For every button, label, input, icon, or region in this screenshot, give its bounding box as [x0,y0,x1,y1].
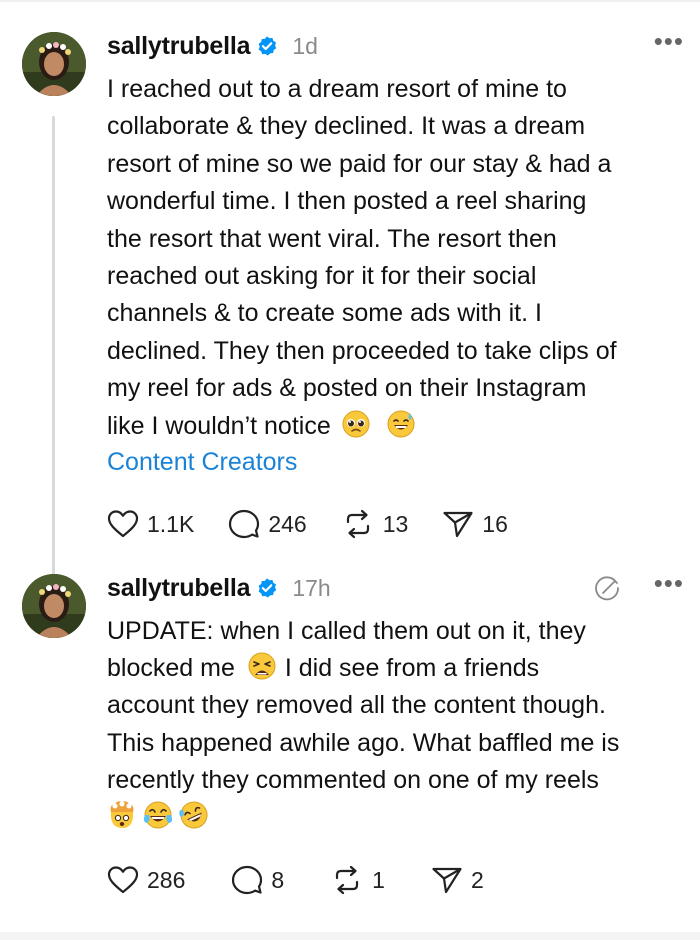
top-divider [0,0,700,2]
like-button[interactable]: 286 [107,865,185,895]
repost-icon [336,865,359,895]
post-text-content: I reached out to a dream resort of mine … [107,75,617,440]
username[interactable]: sallytrubella [107,32,251,61]
share-button[interactable]: 16 [442,509,508,539]
avatar[interactable] [22,574,86,638]
rofl-emoji-icon [179,801,208,829]
share-button[interactable]: 2 [431,865,484,895]
post-timestamp: 17h [292,574,331,601]
share-count: 2 [470,866,484,893]
post-text: I reached out to a dream resort of mine … [107,71,687,445]
share-count: 16 [482,510,508,537]
reply-count: 246 [268,510,307,537]
post-actions: 1.1K 246 13 16 [107,508,542,540]
more-options-icon[interactable]: ••• [654,570,684,596]
reply-button[interactable]: 246 [228,508,307,540]
reply-count: 8 [271,866,285,893]
post-text: UPDATE: when I called them out on it, th… [107,613,687,836]
tears-of-joy-emoji-icon [143,801,173,829]
heart-icon [107,510,139,538]
like-count: 286 [147,866,186,893]
post-timestamp: 1d [292,32,318,59]
send-icon [432,867,462,894]
post-header: sallytrubella 17h ••• [107,570,684,604]
like-button[interactable]: 1.1K [107,509,194,539]
pleading-face-emoji-icon [342,410,370,438]
reply-button[interactable]: 8 [231,864,284,896]
verified-badge-icon [258,578,277,598]
sweat-smile-emoji-icon [387,410,415,438]
bottom-band [0,932,700,940]
verified-badge-icon [258,36,277,56]
post-actions: 286 8 1 2 [107,864,518,896]
more-options-icon[interactable]: ••• [654,28,684,54]
repost-button[interactable]: 13 [341,508,409,540]
heart-icon [107,866,139,894]
username[interactable]: sallytrubella [107,574,251,603]
repost-icon [346,509,369,539]
topic-tag-link[interactable]: Content Creators [107,448,297,477]
avatar[interactable] [22,32,86,96]
comment-icon [232,865,263,895]
edited-icon[interactable] [592,573,622,603]
exploding-head-emoji-icon [110,801,134,829]
repost-count: 13 [382,510,409,537]
repost-button[interactable]: 1 [330,864,385,896]
weary-face-emoji-icon [248,652,276,680]
comment-icon [229,509,260,539]
like-count: 1.1K [147,510,195,537]
emoji-row [107,801,212,831]
repost-count: 1 [372,866,385,893]
thread-line [52,116,55,586]
send-icon [443,511,473,538]
post-header: sallytrubella 1d ••• [107,28,684,62]
